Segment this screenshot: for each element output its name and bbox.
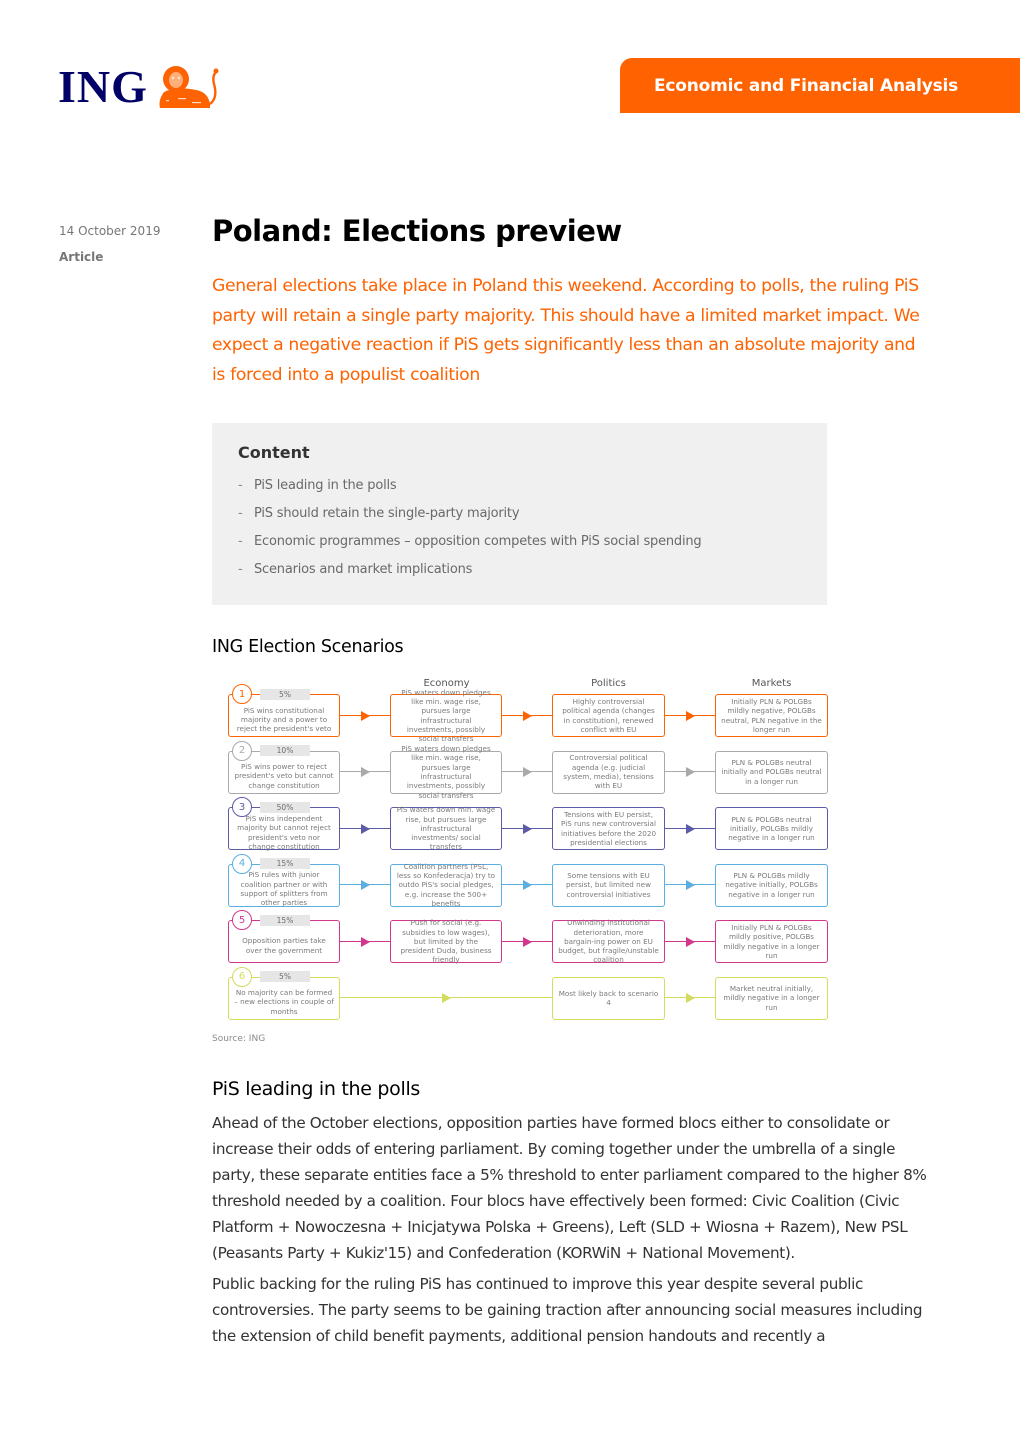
- contents-item[interactable]: - Scenarios and market implications: [238, 562, 701, 590]
- probability-badge: 50%: [260, 801, 310, 813]
- arrow-right-icon: [686, 993, 695, 1003]
- politics-box: Tensions with EU persist, PiS runs new c…: [552, 807, 665, 850]
- markets-box: PLN & POLGBs neutral initially and POLGB…: [715, 750, 828, 794]
- lion-icon: [159, 66, 219, 108]
- page-title: Poland: Elections preview: [212, 214, 622, 248]
- markets-box: Initially PLN & POLGBs mildly negative, …: [715, 694, 828, 737]
- politics-box: Unwinding institutional deterioration, m…: [552, 918, 665, 964]
- markets-box: Market neutral initially, mildly negativ…: [715, 976, 828, 1020]
- economy-box: PiS waters down min. wage rise, but purs…: [390, 805, 502, 851]
- markets-box: PLN & POLGBs mildly negative initially, …: [715, 863, 828, 907]
- arrow-right-icon: [523, 767, 532, 777]
- economy-box: Coalition partners (PSL, less so Konfede…: [390, 862, 502, 908]
- dash-bullet: -: [238, 562, 243, 577]
- economy-box: PiS waters down pledges like min. wage r…: [390, 744, 502, 800]
- section-heading: PiS leading in the polls: [212, 1078, 421, 1100]
- arrow-right-icon: [523, 936, 532, 947]
- arrow-right-icon: [686, 936, 695, 947]
- contents-item[interactable]: - PiS leading in the polls: [238, 478, 701, 506]
- body-paragraph: Public backing for the ruling PiS has co…: [212, 1275, 923, 1345]
- contents-box: Content - PiS leading in the polls - PiS s…: [212, 423, 827, 605]
- arrow-right-icon: [361, 710, 370, 721]
- markets-box: PLN & POLGBs neutral initially, POLGBs m…: [715, 807, 828, 850]
- arrow-right-icon: [361, 880, 370, 890]
- body-paragraph: Ahead of the October elections, oppositi…: [212, 1114, 927, 1262]
- politics-box: Most likely back to scenario 4: [552, 976, 665, 1020]
- scenario-number-badge: 6: [232, 966, 252, 987]
- probability-badge: 15%: [260, 858, 310, 869]
- probability-badge: 5%: [260, 688, 310, 700]
- figure-title: ING Election Scenarios: [212, 637, 404, 657]
- contents-item[interactable]: - Economic programmes – opposition compet…: [238, 534, 702, 562]
- scenario-number-badge: 2: [232, 740, 252, 761]
- economy-box: Push for social (e.g. subsidies to low w…: [390, 918, 502, 964]
- election-scenarios-diagram: Economy Politics Markets PiS wins consti…: [222, 672, 838, 1024]
- column-header-politics: Politics: [591, 678, 626, 689]
- arrow-right-icon: [686, 880, 695, 890]
- arrow-right-icon: [442, 993, 451, 1003]
- contents-item-label: PiS leading in the polls: [254, 478, 397, 493]
- arrow-right-icon: [361, 936, 370, 947]
- column-header-markets: Markets: [751, 678, 792, 689]
- markets-box: Initially PLN & POLGBs mildly positive, …: [715, 920, 828, 963]
- contents-item-label: PiS should retain the single-party major…: [254, 506, 520, 521]
- arrow-right-icon: [523, 710, 532, 721]
- politics-box: Some tensions with EU persist, but limit…: [552, 863, 665, 907]
- scenario-number-badge: 1: [232, 684, 252, 704]
- lead-summary: General elections take place in Poland t…: [212, 276, 920, 385]
- contents-item-label: Scenarios and market implications: [254, 562, 473, 577]
- ing-logo: ING: [58, 64, 222, 110]
- arrow-right-icon: [686, 823, 695, 834]
- politics-box: Highly controversial political agenda (c…: [552, 694, 665, 737]
- scenario-number-badge: 5: [232, 910, 252, 930]
- arrow-right-icon: [686, 767, 695, 777]
- arrow-right-icon: [686, 710, 695, 721]
- section-header-tab: Economic and Financial Analysis: [620, 58, 1020, 113]
- dash-bullet: -: [238, 478, 243, 493]
- arrow-right-icon: [361, 823, 370, 834]
- publish-date: 14 October 2019: [59, 224, 161, 238]
- contents-title: Content: [238, 443, 310, 462]
- arrow-right-icon: [523, 880, 532, 890]
- dash-bullet: -: [238, 534, 243, 549]
- dash-bullet: -: [238, 506, 243, 521]
- economy-box: PiS waters down pledges like min. wage r…: [390, 688, 502, 743]
- probability-badge: 15%: [260, 914, 310, 926]
- arrow-right-icon: [523, 823, 532, 834]
- logo-text: ING: [58, 61, 148, 112]
- scenario-number-badge: 3: [232, 797, 252, 817]
- contents-item-label: Economic programmes – opposition compete…: [254, 534, 702, 549]
- probability-badge: 10%: [260, 745, 310, 756]
- article-type: Article: [59, 250, 104, 264]
- politics-box: Controversial political agenda (e.g. jud…: [552, 750, 665, 794]
- contents-list: - PiS leading in the polls - PiS should re…: [238, 478, 702, 590]
- contents-item[interactable]: - PiS should retain the single-party majo…: [238, 506, 701, 534]
- arrow-right-icon: [361, 767, 370, 777]
- figure-source: Source: ING: [212, 1034, 266, 1044]
- section-header-label: Economic and Financial Analysis: [654, 75, 959, 96]
- probability-badge: 5%: [260, 971, 310, 982]
- scenario-number-badge: 4: [232, 853, 252, 874]
